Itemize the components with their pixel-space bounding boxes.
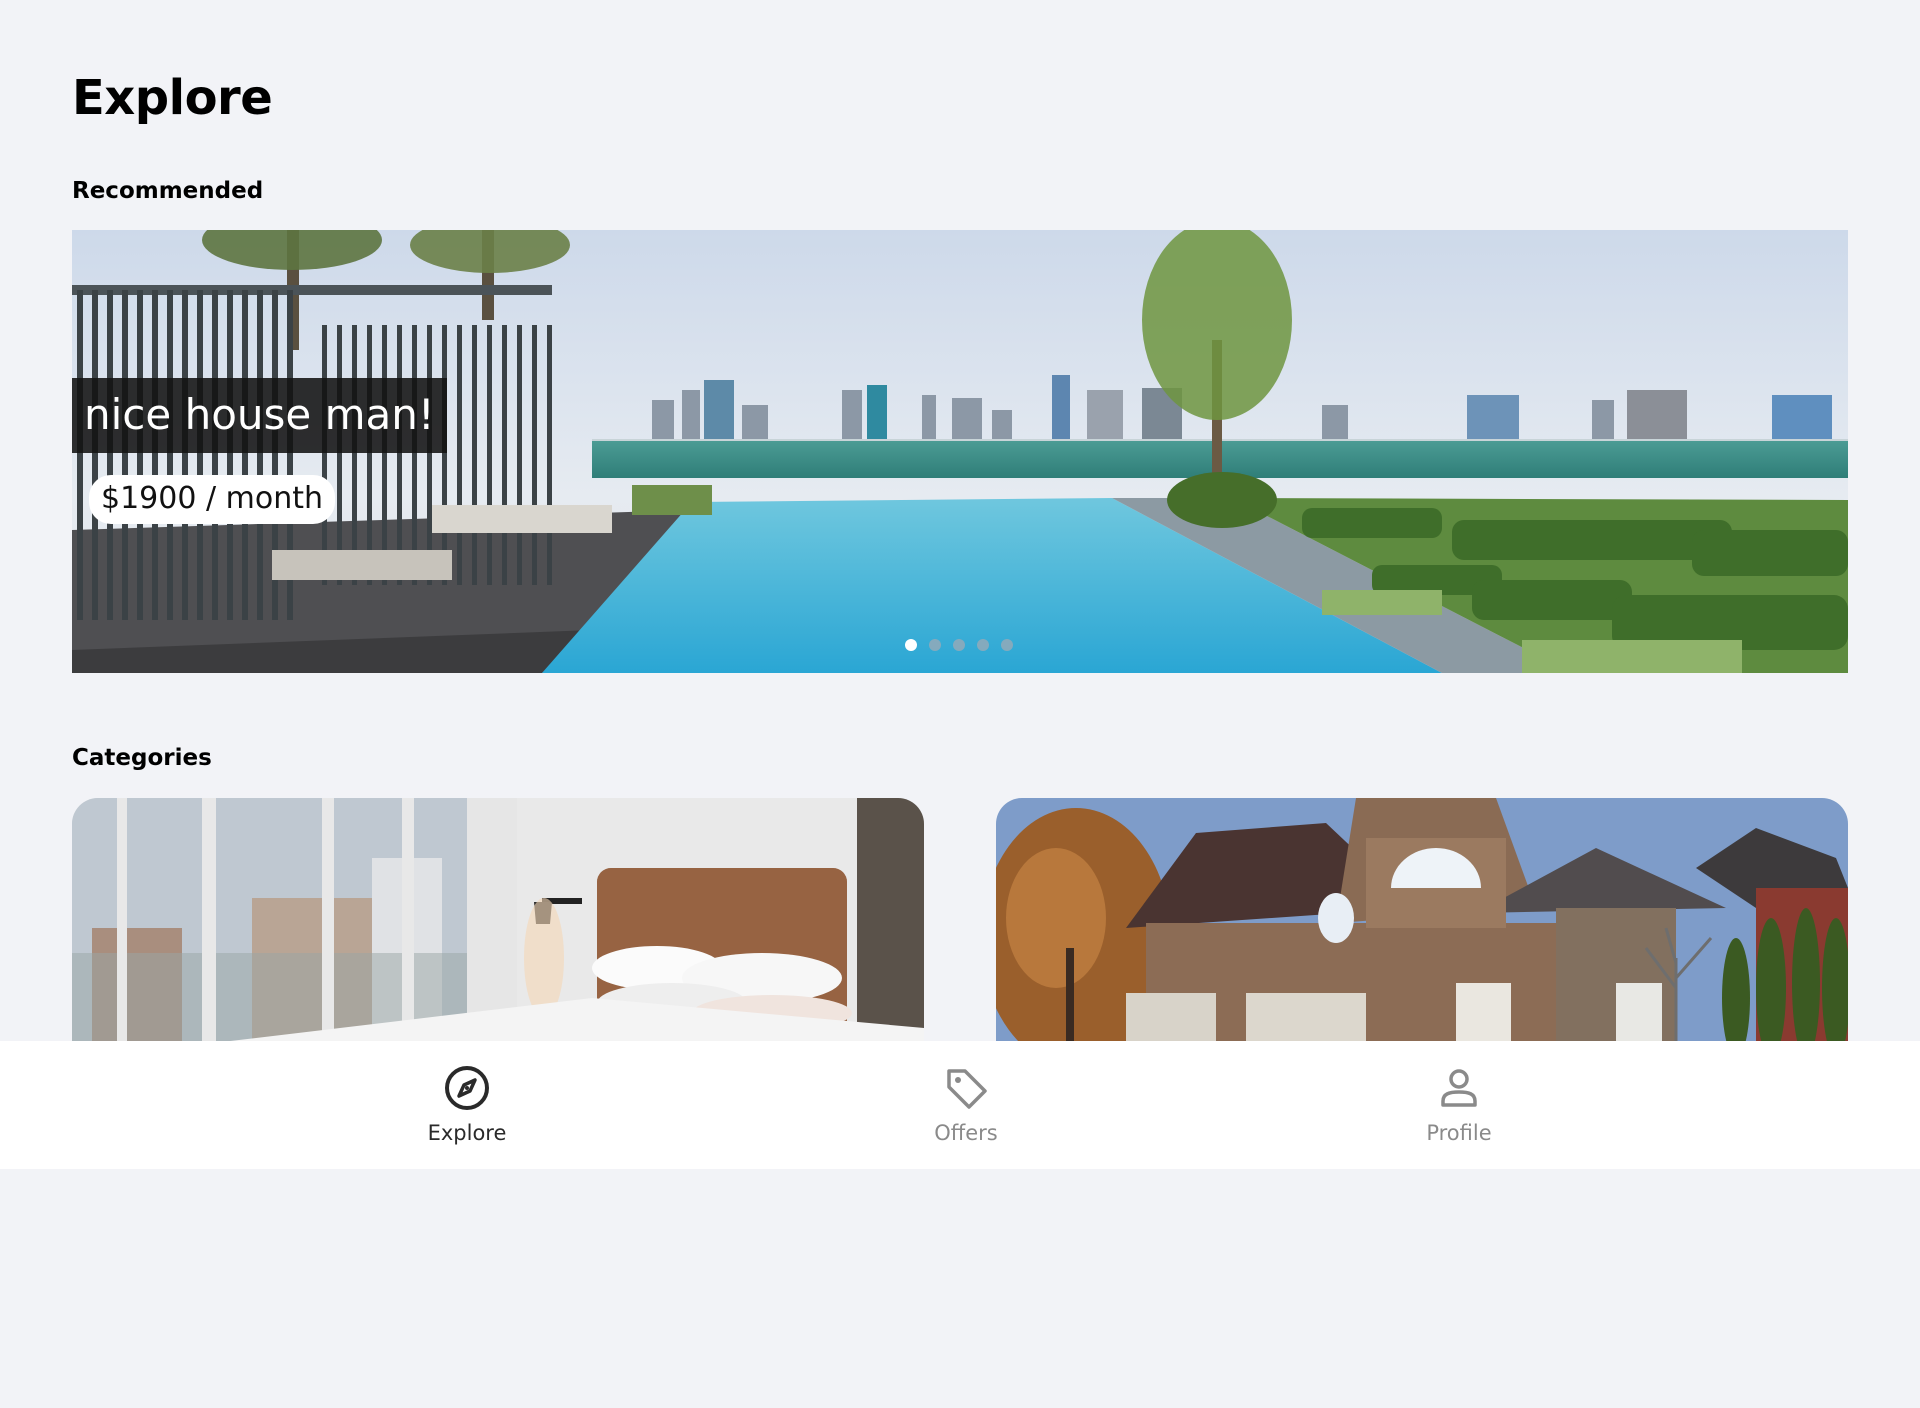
carousel-pagination xyxy=(905,639,1013,651)
compass-icon xyxy=(445,1066,489,1110)
carousel-dot[interactable] xyxy=(929,639,941,651)
page-title: Explore xyxy=(72,70,273,126)
user-icon xyxy=(1441,1069,1477,1107)
nav-explore-label: Explore xyxy=(427,1121,507,1145)
carousel-dot[interactable] xyxy=(977,639,989,651)
nav-offers[interactable]: Offers xyxy=(866,1063,1066,1145)
carousel-dot[interactable] xyxy=(1001,639,1013,651)
nav-profile-label: Profile xyxy=(1426,1121,1492,1145)
house-exterior-photo xyxy=(996,798,1848,1042)
categories-heading: Categories xyxy=(72,745,212,771)
carousel-dot[interactable] xyxy=(905,639,917,651)
hero-caption: nice house man! xyxy=(72,378,447,453)
carousel-dot[interactable] xyxy=(953,639,965,651)
price-badge: $1900 / month xyxy=(89,475,335,524)
nav-profile[interactable]: Profile xyxy=(1359,1063,1559,1145)
bottom-navigation: Explore Offers Profile xyxy=(0,1041,1920,1169)
nav-offers-label: Offers xyxy=(934,1121,998,1145)
nav-explore[interactable]: Explore xyxy=(367,1063,567,1145)
recommended-carousel[interactable]: nice house man! $1900 / month xyxy=(72,230,1848,673)
bedroom-photo xyxy=(72,798,924,1042)
recommended-heading: Recommended xyxy=(72,178,264,204)
tag-icon xyxy=(947,1069,987,1109)
category-card-house[interactable] xyxy=(996,798,1848,1042)
category-card-bedroom[interactable] xyxy=(72,798,924,1042)
explore-page: Explore Recommended nice house man! $190… xyxy=(0,0,1920,1408)
